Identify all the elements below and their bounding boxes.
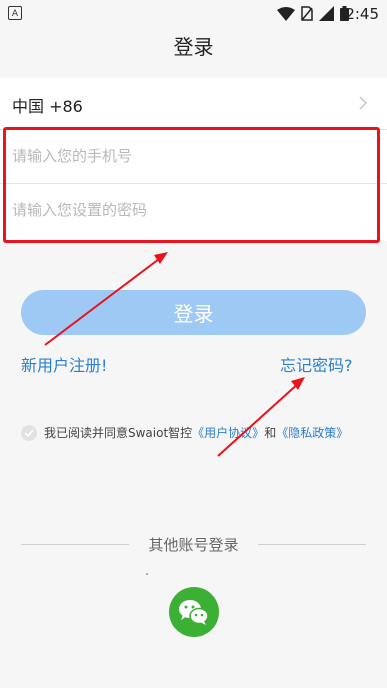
password-input[interactable] (0, 184, 352, 236)
agreement-prefix: 我已阅读并同意Swaiot智控 (44, 426, 193, 440)
page-title: 登录 (173, 35, 214, 59)
other-login-text: 其他账号登录 (140, 536, 247, 554)
register-link[interactable]: 新用户注册! (21, 352, 107, 376)
other-login-label: 其他账号登录 (0, 534, 387, 555)
app-notification-icon: A (8, 6, 22, 20)
wechat-login-button[interactable] (169, 587, 219, 637)
phone-field (0, 130, 387, 184)
status-time: 2:45 (345, 5, 379, 23)
signal-icon (319, 6, 334, 21)
status-bar: A 2:45 (0, 0, 387, 28)
chevron-right-icon (359, 96, 367, 110)
login-form: 中国 +86 (0, 78, 387, 241)
privacy-policy-link[interactable]: 《隐私政策》 (276, 424, 348, 441)
phone-input[interactable] (0, 130, 352, 182)
status-icons (277, 6, 349, 21)
agreement-row: 我已阅读并同意Swaiot智控 《用户协议》 和 《隐私政策》 (21, 424, 371, 441)
annotation-arrow-to-forgot (217, 377, 305, 457)
password-field (0, 184, 387, 238)
wifi-icon (277, 6, 295, 21)
agreement-checkbox[interactable] (21, 424, 37, 441)
user-agreement-link[interactable]: 《用户协议》 (192, 424, 264, 441)
agreement-conjunction: 和 (264, 426, 277, 440)
country-code-selector[interactable]: 中国 +86 (0, 78, 387, 130)
country-code-label: 中国 +86 (12, 97, 83, 116)
login-button[interactable]: 登录 (21, 290, 366, 335)
decorative-dot (146, 573, 148, 575)
wechat-icon (179, 600, 209, 625)
checkmark-icon (24, 428, 34, 437)
sim-disabled-icon (301, 6, 313, 21)
forgot-password-link[interactable]: 忘记密码? (280, 352, 353, 376)
